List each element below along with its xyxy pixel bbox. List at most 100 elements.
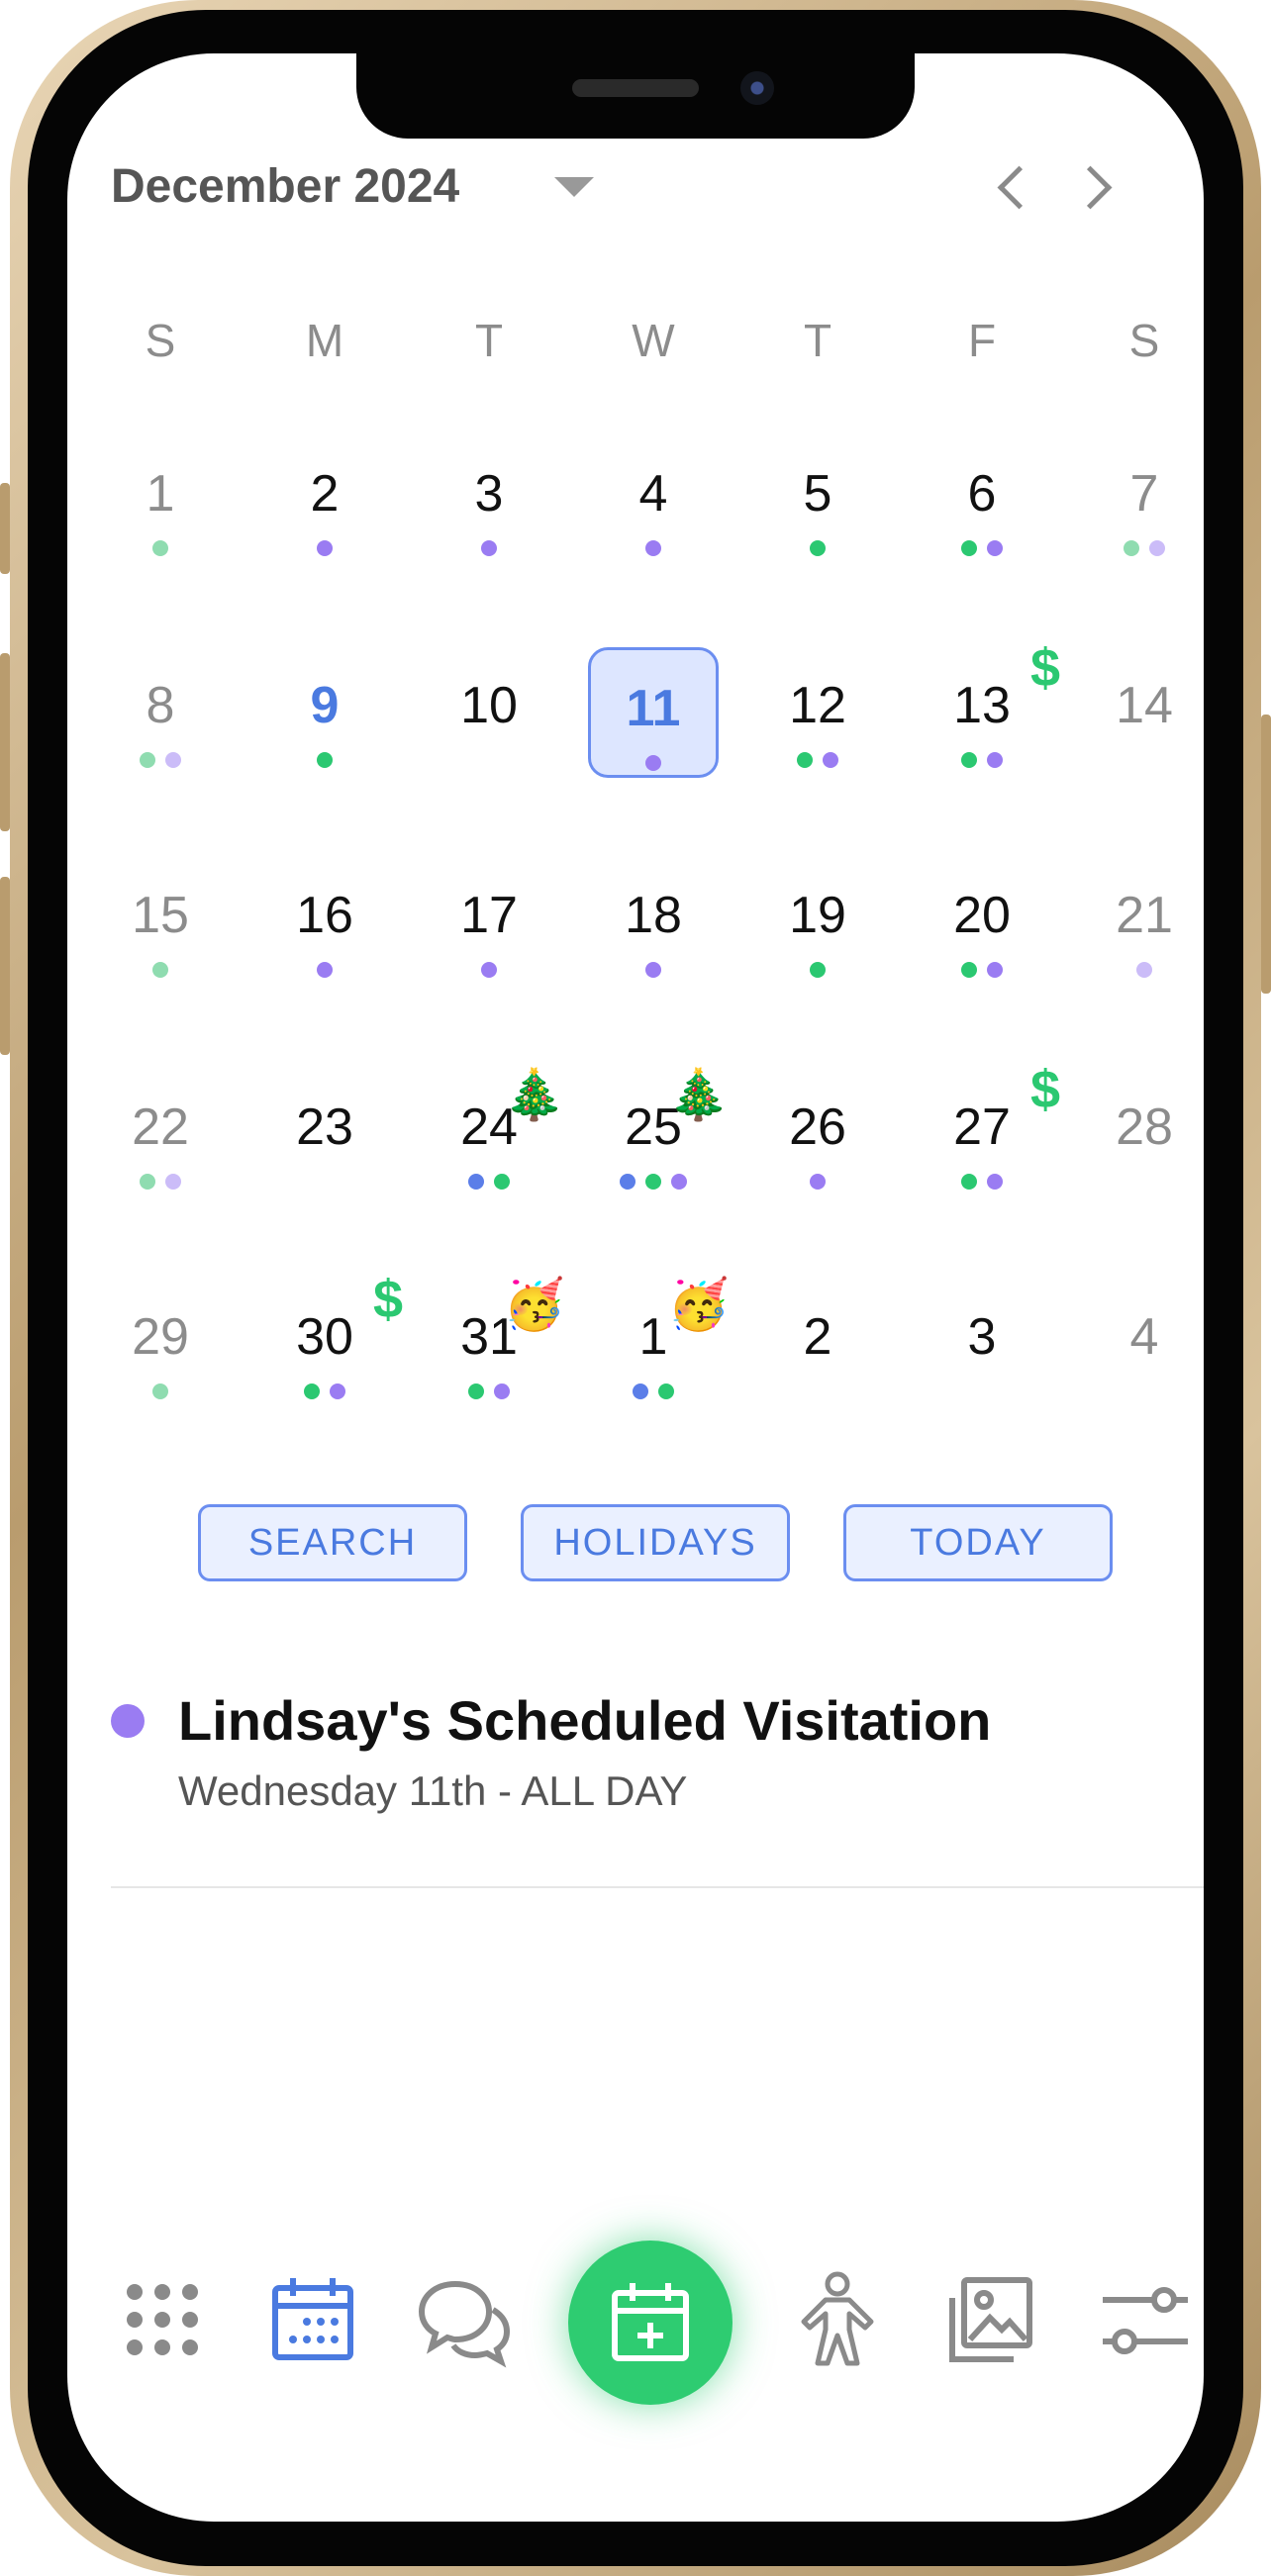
- day-number: 19: [789, 887, 846, 944]
- calendar-day[interactable]: 16: [260, 871, 389, 1009]
- event-dots: [260, 1172, 389, 1192]
- calendar-day[interactable]: 25 🎄: [589, 1067, 730, 1221]
- event-dot: [481, 962, 497, 978]
- event-dots: [589, 1382, 718, 1401]
- add-event-button[interactable]: [568, 2241, 733, 2405]
- person-icon[interactable]: [788, 2270, 887, 2369]
- calendar-day[interactable]: 4: [589, 449, 718, 588]
- event-dot: [810, 962, 826, 978]
- event-dot: [823, 752, 838, 768]
- calendar-day[interactable]: 1 🥳: [589, 1277, 730, 1431]
- calendar-icon[interactable]: [263, 2270, 362, 2369]
- day-number: 5: [803, 465, 832, 523]
- calendar-day[interactable]: 24 🎄: [425, 1067, 565, 1221]
- divider: [111, 1886, 1204, 1888]
- calendar-day[interactable]: 23: [260, 1083, 389, 1221]
- calendar-day[interactable]: 3: [918, 1292, 1046, 1431]
- calendar-day[interactable]: 10: [425, 661, 553, 800]
- camera: [740, 71, 774, 105]
- event-dots: [589, 960, 718, 980]
- previous-month-button[interactable]: [982, 158, 1041, 214]
- day-number: 2: [803, 1308, 832, 1366]
- calendar-day[interactable]: 28: [1080, 1083, 1204, 1221]
- calendar-day[interactable]: 3: [425, 449, 553, 588]
- event-dot: [961, 962, 977, 978]
- weekday-header: S M T W T F S: [67, 301, 1204, 380]
- calendar-day[interactable]: 20: [918, 871, 1046, 1009]
- event-dot: [645, 962, 661, 978]
- sliders-icon[interactable]: [1095, 2270, 1194, 2369]
- search-button[interactable]: SEARCH: [198, 1504, 467, 1581]
- event-dot: [481, 540, 497, 556]
- day-number: 10: [460, 677, 518, 734]
- calendar-day[interactable]: 17: [425, 871, 553, 1009]
- event-dots: [918, 538, 1046, 558]
- event-dot: [140, 1174, 155, 1190]
- calendar-day[interactable]: 2: [753, 1292, 882, 1431]
- calendar-day-today[interactable]: 9: [260, 661, 389, 800]
- day-number: 16: [296, 887, 353, 944]
- day-number: 17: [460, 887, 518, 944]
- weekday-label: W: [632, 315, 675, 366]
- calendar-day[interactable]: 21: [1080, 871, 1204, 1009]
- photos-icon[interactable]: [940, 2270, 1039, 2369]
- calendar-day[interactable]: 27 $: [918, 1060, 1060, 1221]
- day-number: 21: [1116, 887, 1173, 944]
- event-dot: [645, 540, 661, 556]
- calendar-day[interactable]: 30 $: [260, 1270, 403, 1431]
- side-button: [0, 483, 10, 574]
- day-number: 6: [967, 465, 997, 523]
- calendar-day[interactable]: 5: [753, 449, 882, 588]
- event-dot: [304, 1383, 320, 1399]
- holidays-button[interactable]: HOLIDAYS: [521, 1504, 790, 1581]
- calendar-day[interactable]: 1: [96, 449, 225, 588]
- event-dots: [589, 1172, 718, 1192]
- today-button[interactable]: TODAY: [843, 1504, 1113, 1581]
- calendar-day[interactable]: 7: [1080, 449, 1204, 588]
- calendar-day[interactable]: 15: [96, 871, 225, 1009]
- event-dot: [317, 962, 333, 978]
- calendar-day[interactable]: 6: [918, 449, 1046, 588]
- event-dots: [96, 1382, 225, 1401]
- volume-down-button: [0, 877, 10, 1055]
- day-number: 9: [310, 677, 340, 734]
- event-title: Lindsay's Scheduled Visitation: [178, 1689, 992, 1752]
- event-dot: [810, 540, 826, 556]
- event-dots: [753, 750, 882, 770]
- calendar-day[interactable]: 4: [1080, 1292, 1204, 1431]
- calendar-day[interactable]: 26: [753, 1083, 882, 1221]
- event-dots: [918, 750, 1046, 770]
- calendar-day[interactable]: 2: [260, 449, 389, 588]
- month-dropdown-icon[interactable]: [554, 177, 594, 197]
- calendar-day[interactable]: 31 🥳: [425, 1277, 565, 1431]
- month-label[interactable]: December 2024: [111, 143, 459, 232]
- event-dot: [152, 540, 168, 556]
- calendar-day[interactable]: 12: [753, 661, 882, 800]
- weekday-label: T: [474, 315, 504, 366]
- chat-bubbles-icon[interactable]: [414, 2270, 513, 2369]
- event-dots: [260, 538, 389, 558]
- next-month-button[interactable]: [1067, 158, 1123, 214]
- event-dots: [425, 750, 553, 770]
- calendar-day[interactable]: 14: [1080, 661, 1204, 800]
- calendar-day[interactable]: 22: [96, 1083, 225, 1221]
- event-dot: [810, 1174, 826, 1190]
- event-dot: [961, 540, 977, 556]
- calendar-day[interactable]: 13 $: [918, 638, 1060, 800]
- grid-icon[interactable]: [113, 2270, 212, 2369]
- party-icon: 🥳: [503, 1277, 565, 1332]
- calendar-header: December 2024: [111, 143, 1160, 232]
- calendar-day[interactable]: 29: [96, 1292, 225, 1431]
- calendar-day[interactable]: 19: [753, 871, 882, 1009]
- notch: [356, 53, 915, 139]
- event-dots: [96, 538, 225, 558]
- payment-badge-icon: $: [372, 1270, 403, 1329]
- calendar-day[interactable]: 18: [589, 871, 718, 1009]
- weekday-label: M: [305, 315, 344, 366]
- calendar-day[interactable]: 8: [96, 661, 225, 800]
- event-dot: [1149, 540, 1165, 556]
- calendar-day-selected[interactable]: 11: [588, 647, 719, 778]
- event-dots: [1080, 1172, 1204, 1192]
- event-subtitle: Wednesday 11th - ALL DAY: [178, 1767, 688, 1814]
- calendar-actions: SEARCH HOLIDAYS TODAY: [67, 1504, 1204, 1583]
